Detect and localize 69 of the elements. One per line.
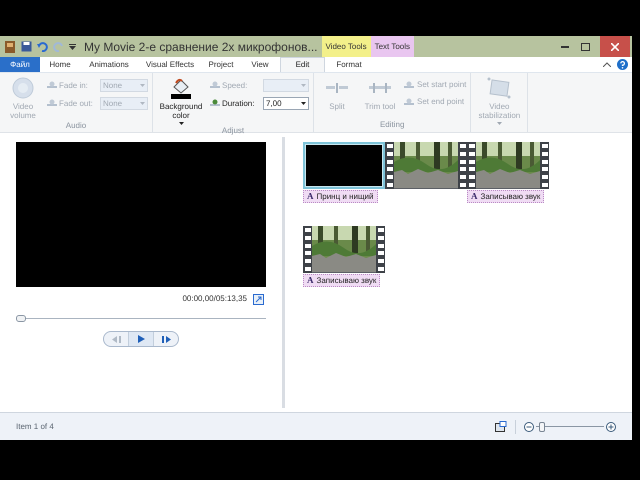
collapse-ribbon-icon[interactable] bbox=[603, 62, 611, 67]
dropdown-field[interactable]: 7,00 bbox=[263, 97, 309, 110]
caption-label[interactable]: A Записываю звук bbox=[303, 274, 380, 287]
close-icon[interactable] bbox=[611, 42, 619, 50]
caret-icon bbox=[140, 84, 145, 87]
time-readout: 00:00,00/05:13,35 bbox=[182, 293, 247, 305]
ribbon-tab[interactable]: Visual Effects bbox=[138, 57, 202, 72]
caption-label[interactable]: A Записываю звук bbox=[467, 190, 544, 203]
paint-bucket-icon bbox=[170, 77, 192, 99]
field-label: Fade out: bbox=[47, 98, 97, 110]
group-label: Audio bbox=[64, 120, 88, 132]
ribbon-tab[interactable]: Animations bbox=[80, 57, 138, 72]
group-label: Editing bbox=[378, 119, 406, 131]
zoom-in-icon[interactable] bbox=[606, 422, 616, 432]
undo-icon[interactable] bbox=[37, 41, 48, 52]
video-clip[interactable] bbox=[385, 142, 467, 189]
tool-icon bbox=[47, 81, 57, 90]
ribbon-tab[interactable]: View bbox=[240, 57, 280, 72]
thumbnail-size-icon[interactable] bbox=[495, 421, 507, 432]
speaker-icon bbox=[12, 77, 34, 99]
zoom-slider[interactable] bbox=[536, 422, 604, 432]
save-icon[interactable] bbox=[21, 41, 32, 52]
zoom-thumb[interactable] bbox=[539, 422, 546, 432]
file-tab[interactable]: Файл bbox=[0, 57, 40, 72]
tool-icon bbox=[404, 98, 414, 106]
video-clip[interactable] bbox=[303, 226, 385, 273]
text-overlay-mark: A bbox=[471, 190, 478, 203]
contextual-tab-label: Video Tools bbox=[322, 36, 371, 57]
seek-track[interactable] bbox=[16, 315, 266, 323]
caret-icon bbox=[301, 84, 306, 87]
play-icon bbox=[138, 335, 144, 343]
field-label: Speed: bbox=[210, 80, 260, 92]
fullscreen-icon[interactable] bbox=[253, 294, 264, 304]
next-frame-icon bbox=[162, 336, 170, 342]
tool-icon bbox=[404, 80, 414, 90]
ribbon-tab[interactable]: Project bbox=[202, 57, 240, 72]
field-label: Fade in: bbox=[47, 80, 97, 92]
caret-icon bbox=[301, 102, 306, 105]
field-label: Duration: bbox=[210, 98, 260, 110]
previous-frame-icon bbox=[112, 336, 120, 342]
ribbon-button[interactable]: Background color bbox=[157, 76, 205, 125]
maximize-icon[interactable] bbox=[581, 42, 590, 50]
caption-label[interactable]: A Принц и нищий bbox=[303, 190, 378, 203]
video-clip[interactable] bbox=[467, 142, 549, 189]
group-label: Adjust bbox=[220, 125, 246, 137]
caret-icon bbox=[140, 102, 145, 105]
text-overlay-mark: A bbox=[307, 190, 314, 203]
close-button[interactable] bbox=[600, 36, 630, 57]
window-title: My Movie 2-е сравнение 2х микрофонов... bbox=[83, 38, 318, 56]
zoom-out-icon[interactable] bbox=[524, 422, 534, 432]
split-icon bbox=[326, 83, 348, 93]
help-icon[interactable] bbox=[617, 59, 628, 70]
customize-icon[interactable] bbox=[69, 44, 76, 50]
ribbon-tab[interactable]: Home bbox=[40, 57, 80, 72]
tool-icon bbox=[210, 81, 220, 90]
status-text: Item 1 of 4 bbox=[16, 420, 54, 432]
stabilization-icon bbox=[486, 77, 512, 99]
text-overlay-mark: A bbox=[307, 274, 314, 287]
seek-thumb[interactable] bbox=[16, 315, 26, 322]
trim-icon bbox=[369, 83, 391, 93]
app-icon bbox=[4, 40, 16, 54]
video-clip[interactable] bbox=[303, 142, 385, 189]
tool-icon bbox=[210, 99, 220, 108]
minimize-icon[interactable] bbox=[561, 46, 569, 48]
ribbon-tab[interactable]: Edit bbox=[280, 57, 325, 72]
ribbon-tab[interactable]: Format bbox=[325, 57, 373, 72]
contextual-tab-label: Text Tools bbox=[370, 36, 414, 57]
play-button[interactable] bbox=[128, 332, 154, 346]
tool-icon bbox=[47, 99, 57, 108]
